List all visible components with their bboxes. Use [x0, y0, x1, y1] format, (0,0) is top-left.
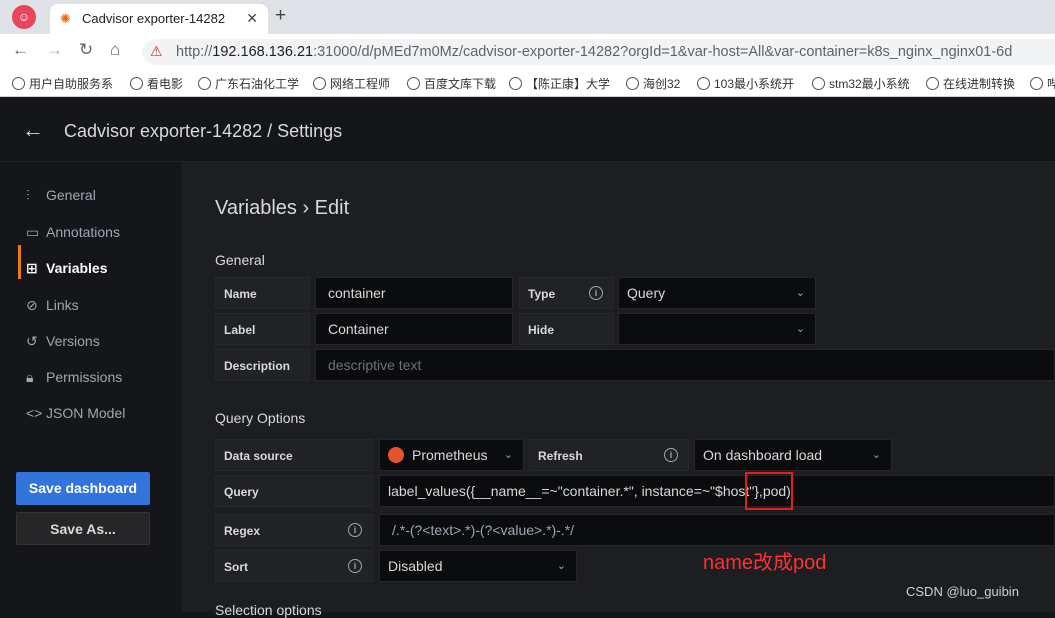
- watermark: CSDN @luo_guibin: [906, 584, 1019, 599]
- grafana-icon: ✺: [60, 11, 71, 26]
- building-icon: [198, 77, 211, 90]
- history-icon: ↺: [26, 333, 38, 349]
- info-icon[interactable]: i: [348, 523, 362, 537]
- bookmark-item[interactable]: 网络工程师: [313, 75, 390, 92]
- info-icon[interactable]: i: [664, 448, 678, 462]
- tab-title: Cadvisor exporter-14282: [82, 11, 226, 26]
- type-select[interactable]: Query ⌄: [618, 277, 816, 309]
- chevron-down-icon: ⌄: [795, 287, 805, 299]
- active-indicator: [18, 245, 21, 279]
- home-icon[interactable]: ⌂: [110, 40, 120, 60]
- tv-icon: [313, 77, 326, 90]
- type-label: Type i: [519, 277, 614, 309]
- link-icon: ⊘: [26, 297, 38, 313]
- bookmark-item[interactable]: stm32最小系统: [812, 75, 910, 92]
- insecure-icon: ⚠: [150, 43, 163, 59]
- label-input[interactable]: Container: [315, 313, 513, 345]
- bookmark-item[interactable]: 【陈正康】大学: [509, 75, 610, 92]
- comment-icon: ▭: [26, 224, 40, 240]
- refresh-label: Refresh i: [529, 439, 689, 471]
- hide-select[interactable]: ⌄: [618, 313, 816, 345]
- calculator-icon: ⊞: [26, 260, 38, 276]
- bookmark-item[interactable]: 看电影: [130, 75, 183, 92]
- bookmark-item[interactable]: 哔: [1030, 75, 1055, 92]
- converter-icon: [926, 77, 939, 90]
- bookmark-item[interactable]: 在线进制转换: [926, 75, 1015, 92]
- forward-arrow-icon[interactable]: →: [46, 40, 63, 60]
- sort-select[interactable]: Disabled ⌄: [379, 550, 577, 582]
- address-row: ← → ↻ ⌂ ⚠ http://192.168.136.21:31000/d/…: [0, 34, 1055, 68]
- description-input[interactable]: descriptive text: [315, 349, 1055, 381]
- tv-icon: [626, 77, 639, 90]
- chevron-down-icon: ⌄: [556, 560, 566, 572]
- name-label: Name: [215, 277, 310, 309]
- bookmarks-bar: 用户自助服务系 看电影 广东石油化工学 网络工程师 百度文库下载 【陈正康】大学…: [0, 68, 1055, 97]
- chevron-down-icon: ⌄: [795, 323, 805, 335]
- lock-icon: 🔒︎: [26, 369, 34, 385]
- info-icon[interactable]: i: [589, 286, 603, 300]
- settings-sidebar: ⫶ General ▭ Annotations ⊞ Variables ⊘ Links …: [0, 162, 182, 612]
- hide-label: Hide: [519, 313, 614, 345]
- tv-icon: [509, 77, 522, 90]
- bookmark-item[interactable]: 百度文库下载: [407, 75, 496, 92]
- sort-label: Sort i: [215, 550, 373, 582]
- browser-tab[interactable]: ✺ Cadvisor exporter-14282 ✕: [50, 4, 268, 34]
- bookmark-item[interactable]: 用户自助服务系: [12, 75, 113, 92]
- sidebar-item-annotations[interactable]: ▭ Annotations: [26, 224, 120, 241]
- page-header: ← Cadvisor exporter-14282 / Settings: [0, 97, 1055, 162]
- url-text: http://192.168.136.21:31000/d/pMEd7m0Mz/…: [176, 44, 1013, 60]
- save-dashboard-button[interactable]: Save dashboard: [16, 472, 150, 505]
- new-tab-icon[interactable]: +: [275, 5, 286, 27]
- description-label: Description: [215, 349, 310, 381]
- sidebar-item-permissions[interactable]: 🔒︎ Permissions: [26, 369, 122, 386]
- variable-editor: Variables › Edit General Name container …: [182, 162, 1055, 618]
- annotation-text: name改成pod: [703, 552, 827, 574]
- label-label: Label: [215, 313, 310, 345]
- address-bar[interactable]: ⚠ http://192.168.136.21:31000/d/pMEd7m0M…: [142, 39, 1055, 65]
- refresh-select[interactable]: On dashboard load ⌄: [694, 439, 892, 471]
- grafana-app: ← Cadvisor exporter-14282 / Settings ⫶ Ge…: [0, 97, 1055, 618]
- prometheus-icon: [388, 447, 404, 463]
- name-input[interactable]: container: [315, 277, 513, 309]
- close-icon[interactable]: ✕: [246, 10, 258, 27]
- save-as-button[interactable]: Save As...: [16, 512, 150, 545]
- highlight-box: [745, 472, 793, 510]
- globe-icon: [812, 77, 825, 90]
- sidebar-item-variables[interactable]: ⊞ Variables: [26, 260, 108, 277]
- info-icon[interactable]: i: [348, 559, 362, 573]
- sliders-icon: ⫶: [26, 187, 30, 203]
- datasource-select[interactable]: Prometheus ⌄: [379, 439, 524, 471]
- sidebar-item-links[interactable]: ⊘ Links: [26, 297, 79, 314]
- browser-chrome: ☺ ✺ Cadvisor exporter-14282 ✕ + ← → ↻ ⌂ …: [0, 0, 1055, 97]
- sidebar-item-versions[interactable]: ↺ Versions: [26, 333, 100, 350]
- query-input[interactable]: label_values({__name__=~"container.*", i…: [379, 475, 1055, 507]
- regex-input[interactable]: /.*-(?<text>.*)-(?<value>.*)-.*/: [379, 514, 1055, 546]
- general-section-title: General: [215, 252, 265, 268]
- page-title: Cadvisor exporter-14282 / Settings: [64, 121, 343, 141]
- bookmark-item[interactable]: 广东石油化工学: [198, 75, 299, 92]
- bookmark-item[interactable]: 海创32: [626, 75, 680, 92]
- back-arrow-icon[interactable]: ←: [12, 40, 29, 60]
- reload-icon[interactable]: ↻: [79, 40, 93, 60]
- editor-heading: Variables › Edit: [215, 197, 350, 219]
- bookmark-item[interactable]: 103最小系统开: [697, 75, 794, 92]
- chevron-down-icon: ⌄: [871, 449, 881, 461]
- globe-icon: [407, 77, 420, 90]
- selection-options-title: Selection options: [215, 602, 322, 618]
- query-label: Query: [215, 475, 373, 507]
- query-options-title: Query Options: [215, 410, 306, 426]
- chevron-down-icon: ⌄: [503, 449, 513, 461]
- tab-bar: ☺ ✺ Cadvisor exporter-14282 ✕ +: [0, 0, 1055, 34]
- tv-icon: [697, 77, 710, 90]
- bilibili-icon: [1030, 77, 1043, 90]
- globe-icon: [130, 77, 143, 90]
- sidebar-item-json-model[interactable]: <> JSON Model: [26, 405, 125, 421]
- back-arrow-icon[interactable]: ←: [22, 117, 44, 143]
- datasource-label: Data source: [215, 439, 373, 471]
- profile-avatar-icon[interactable]: ☺: [12, 5, 36, 29]
- sidebar-item-general[interactable]: ⫶ General: [26, 187, 96, 204]
- code-icon: <>: [26, 405, 43, 421]
- globe-icon: [12, 77, 25, 90]
- regex-label: Regex i: [215, 514, 373, 546]
